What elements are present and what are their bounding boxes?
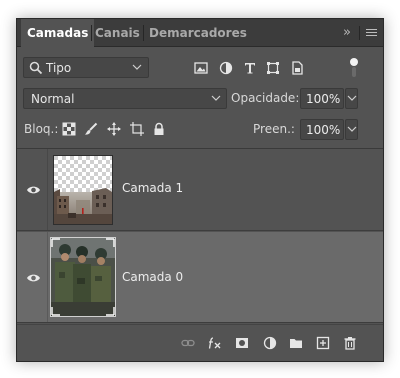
- layer-row-camada-1[interactable]: Camada 1: [17, 149, 383, 231]
- opacity-input[interactable]: 100%: [300, 88, 344, 109]
- lock-label: Bloq.:: [24, 122, 59, 136]
- layers-bottom-toolbar: [17, 324, 383, 361]
- delete-layer-icon[interactable]: [343, 336, 357, 350]
- layer-name-camada-1[interactable]: Camada 1: [122, 181, 183, 195]
- lock-all-icon[interactable]: [152, 122, 166, 136]
- ruined-city-thumbnail: [54, 156, 112, 224]
- chevron-down-icon: [211, 95, 221, 101]
- adjustment-filter-icon[interactable]: [219, 61, 233, 75]
- new-adjustment-layer-icon[interactable]: [263, 336, 277, 350]
- fill-value: 100%: [306, 123, 341, 137]
- tab-divider: [359, 26, 360, 40]
- new-group-icon[interactable]: [289, 336, 303, 350]
- image-filter-icon[interactable]: [194, 61, 208, 75]
- tab-bar: Camadas Canais Demarcadores »: [17, 19, 383, 48]
- layer-thumbnail-camada-1[interactable]: [53, 155, 113, 225]
- fill-label: Preen.:: [253, 122, 295, 136]
- fill-input[interactable]: 100%: [300, 119, 344, 140]
- new-layer-icon[interactable]: [316, 336, 330, 350]
- lock-artboard-icon[interactable]: [130, 122, 144, 136]
- layers-panel: Camadas Canais Demarcadores » Tipo Norma…: [16, 18, 384, 362]
- chevron-down-icon: [132, 64, 142, 70]
- blend-mode-value: Normal: [31, 92, 75, 106]
- layer-thumbnail-camada-0[interactable]: [50, 237, 116, 317]
- chevron-down-icon: [347, 95, 357, 101]
- smart-object-filter-icon[interactable]: [290, 61, 304, 75]
- lock-transparent-pixels-icon[interactable]: [62, 122, 76, 136]
- fill-dropdown-button[interactable]: [345, 119, 358, 140]
- visibility-eye-icon[interactable]: [26, 184, 41, 196]
- opacity-label: Opacidade:: [231, 91, 300, 105]
- link-layers-icon[interactable]: [181, 336, 195, 350]
- lock-position-icon[interactable]: [107, 122, 121, 136]
- tab-divider: [143, 25, 144, 41]
- soldiers-thumbnail: [51, 238, 115, 316]
- column-divider: [47, 149, 48, 230]
- search-icon: [29, 61, 43, 75]
- layer-name-camada-0[interactable]: Camada 0: [122, 270, 183, 284]
- blend-mode-select[interactable]: Normal: [23, 88, 227, 109]
- hamburger-menu-icon[interactable]: [366, 29, 377, 38]
- type-filter-icon[interactable]: [243, 61, 257, 75]
- filter-kind-select[interactable]: Tipo: [23, 57, 149, 78]
- filter-kind-label: Tipo: [46, 61, 72, 75]
- tab-demarcadores[interactable]: Demarcadores: [149, 19, 247, 47]
- shape-filter-icon[interactable]: [266, 61, 280, 75]
- tab-camadas[interactable]: Camadas: [21, 19, 95, 48]
- add-mask-icon[interactable]: [235, 336, 249, 350]
- chevron-down-icon: [347, 126, 357, 132]
- tab-divider: [91, 25, 92, 41]
- layer-row-camada-0[interactable]: Camada 0: [17, 232, 383, 323]
- toggle-track: [352, 67, 356, 77]
- fx-layer-style-icon[interactable]: [207, 336, 223, 350]
- tab-canais[interactable]: Canais: [95, 19, 140, 47]
- opacity-dropdown-button[interactable]: [345, 88, 358, 109]
- filter-toggle[interactable]: [349, 57, 359, 79]
- expand-panels-button[interactable]: »: [343, 19, 351, 47]
- column-divider: [47, 232, 48, 322]
- toggle-knob: [350, 58, 358, 66]
- lock-image-pixels-icon[interactable]: [84, 122, 98, 136]
- visibility-eye-icon[interactable]: [26, 272, 41, 284]
- opacity-value: 100%: [306, 92, 341, 106]
